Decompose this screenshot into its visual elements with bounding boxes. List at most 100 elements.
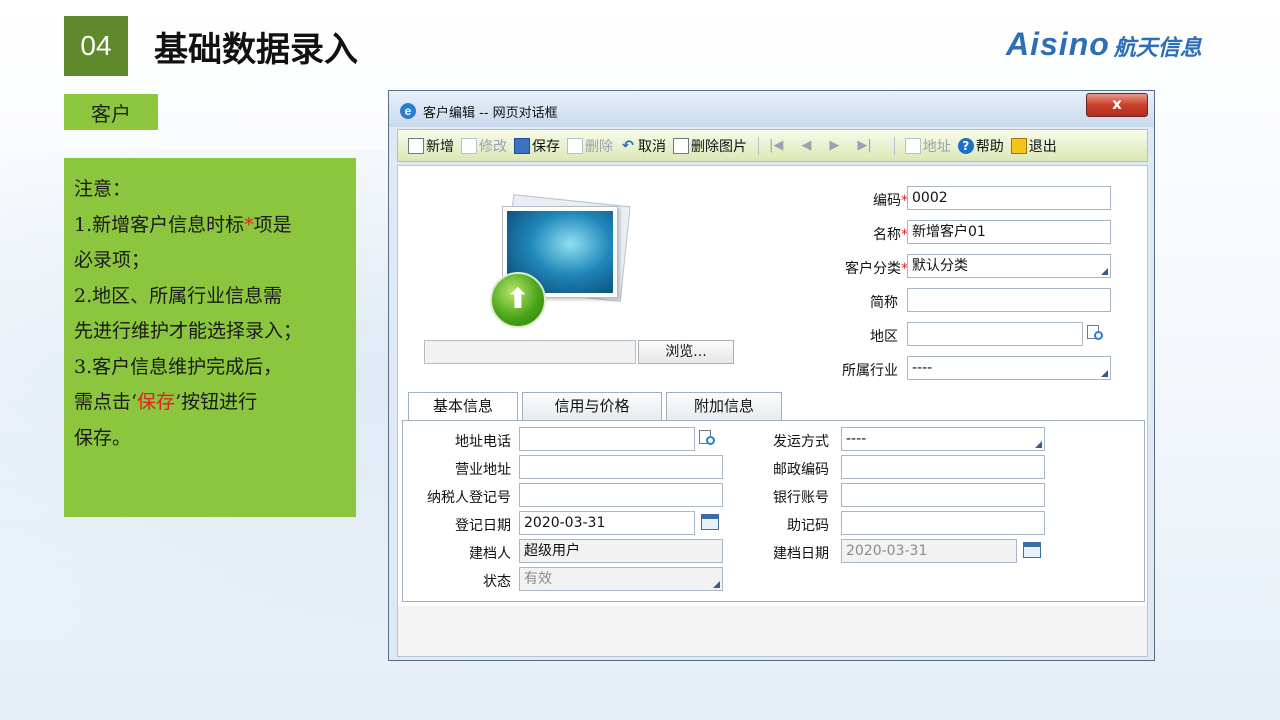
edit-button[interactable]: 修改 <box>461 136 507 156</box>
brand-logo: Aisino 航天信息 <box>1006 26 1202 63</box>
dialog-titlebar: e 客户编辑 -- 网页对话框 x <box>389 91 1154 127</box>
short-name-label: 简称 <box>870 295 898 311</box>
code-label: 编码* <box>798 190 908 210</box>
dropdown-icon <box>1101 268 1108 275</box>
region-label: 地区 <box>870 329 898 345</box>
code-label-text: 编码 <box>873 193 901 209</box>
tax-id-label: 纳税人登记号 <box>427 490 511 506</box>
tab-basic-info[interactable]: 基本信息 <box>408 392 518 421</box>
last-record-button[interactable]: ▶| <box>857 138 871 153</box>
note-text: 1.新增客户信息时标 <box>74 213 245 236</box>
required-star: * <box>244 213 254 236</box>
customer-image-placeholder[interactable]: ⬆ <box>490 194 631 328</box>
industry-select[interactable]: ---- <box>907 356 1111 380</box>
shipping-value: ---- <box>846 431 867 447</box>
address-button[interactable]: 地址 <box>904 136 951 156</box>
note-text: ’按钮进行 <box>175 391 258 413</box>
help-icon: ? <box>957 137 974 154</box>
tab-additional-info[interactable]: 附加信息 <box>666 392 782 420</box>
code-field[interactable]: 0002 <box>907 186 1111 210</box>
prev-record-button[interactable]: ◀ <box>801 138 811 153</box>
status-label: 状态 <box>483 574 511 590</box>
category-label: 客户分类* <box>798 258 908 278</box>
calendar-icon[interactable] <box>1023 542 1041 558</box>
delete-image-icon <box>673 137 689 154</box>
help-label: 帮助 <box>975 138 1004 155</box>
delete-image-button[interactable]: 删除图片 <box>673 136 747 156</box>
tab-credit-price[interactable]: 信用与价格 <box>522 392 662 420</box>
industry-label: 所属行业 <box>842 363 898 379</box>
note-line: 2.地区、所属行业信息需 <box>74 284 283 307</box>
delete-image-label: 删除图片 <box>691 138 747 155</box>
status-select[interactable]: 有效 <box>519 567 723 591</box>
customer-edit-dialog: e 客户编辑 -- 网页对话框 x 新增 修改 保存 删除 ↶ 取消 删除图片 |… <box>388 90 1155 661</box>
slide-title: 基础数据录入 <box>154 30 358 70</box>
dropdown-icon <box>1035 441 1042 448</box>
note-text: 需点击‘ <box>74 391 138 413</box>
section-tag: 客户 <box>64 94 158 130</box>
brand-logo-en: Aisino <box>1006 26 1110 62</box>
category-select[interactable]: 默认分类 <box>907 254 1111 278</box>
undo-icon: ↶ <box>622 137 634 154</box>
name-label-text: 名称 <box>873 227 901 243</box>
save-label: 保存 <box>532 138 560 155</box>
exit-button[interactable]: 退出 <box>1010 136 1057 156</box>
reg-date-field[interactable]: 2020-03-31 <box>519 511 695 535</box>
shipping-label: 发运方式 <box>773 434 829 450</box>
addr-phone-field[interactable] <box>519 427 695 451</box>
business-addr-field[interactable] <box>519 455 723 479</box>
delete-button[interactable]: 删除 <box>567 136 613 156</box>
shipping-select[interactable]: ---- <box>841 427 1045 451</box>
dialog-title: 客户编辑 -- 网页对话框 <box>423 106 558 121</box>
help-button[interactable]: ? 帮助 <box>957 136 1004 156</box>
postcode-field[interactable] <box>841 455 1045 479</box>
creator-label: 建档人 <box>469 546 511 562</box>
cancel-button[interactable]: ↶ 取消 <box>620 136 666 156</box>
category-value: 默认分类 <box>912 258 968 274</box>
exit-label: 退出 <box>1028 138 1057 155</box>
reg-date-label: 登记日期 <box>455 518 511 534</box>
addr-phone-lookup-icon[interactable] <box>699 430 717 448</box>
mnemonic-field[interactable] <box>841 511 1045 535</box>
section-number: 04 <box>64 16 128 76</box>
lookup-magnifier <box>706 436 715 445</box>
dialog-footer <box>398 606 1147 656</box>
address-label: 地址 <box>922 138 951 155</box>
note-line: 保存。 <box>74 426 132 449</box>
close-button[interactable]: x <box>1086 93 1148 117</box>
business-addr-label: 营业地址 <box>455 462 511 478</box>
new-label: 新增 <box>426 138 454 155</box>
bank-account-label: 银行账号 <box>773 490 829 506</box>
tax-id-field[interactable] <box>519 483 723 507</box>
region-lookup-icon[interactable] <box>1087 325 1105 343</box>
save-highlight: 保存 <box>137 391 176 413</box>
new-button[interactable]: 新增 <box>408 136 454 156</box>
creator-field: 超级用户 <box>519 539 723 563</box>
edit-label: 修改 <box>479 138 507 155</box>
first-record-button[interactable]: |◀ <box>769 138 783 153</box>
exit-icon <box>1010 137 1027 154</box>
note-line: 1.新增客户信息时标*项是 <box>74 208 346 244</box>
upload-arrow-icon: ⬆ <box>490 272 546 328</box>
browse-button[interactable]: 浏览... <box>638 340 734 364</box>
create-date-value: 2020-03-31 <box>846 543 928 559</box>
cancel-label: 取消 <box>638 138 666 155</box>
delete-icon <box>567 137 583 154</box>
note-line: 注意： <box>74 178 132 200</box>
toolbar-separator <box>893 136 895 155</box>
next-record-button[interactable]: ▶ <box>829 138 839 153</box>
image-path-input[interactable] <box>424 340 636 364</box>
dialog-toolbar: 新增 修改 保存 删除 ↶ 取消 删除图片 |◀ ◀ ▶ ▶| 地址 ? 帮助 退出 <box>397 129 1148 162</box>
calendar-icon[interactable] <box>701 514 719 530</box>
short-name-field[interactable] <box>907 288 1111 312</box>
region-field[interactable] <box>907 322 1083 346</box>
ie-icon: e <box>400 103 416 119</box>
name-field[interactable]: 新增客户01 <box>907 220 1111 244</box>
save-button[interactable]: 保存 <box>514 136 560 156</box>
address-icon <box>904 137 921 154</box>
dropdown-icon <box>1101 370 1108 377</box>
bank-account-field[interactable] <box>841 483 1045 507</box>
dialog-content: ⬆ 浏览... 编码* 0002 名称* 新增客户01 客户分类* 默认分类 简… <box>397 165 1148 657</box>
note-line: 3.客户信息维护完成后， <box>74 355 283 378</box>
name-label: 名称* <box>798 224 908 244</box>
